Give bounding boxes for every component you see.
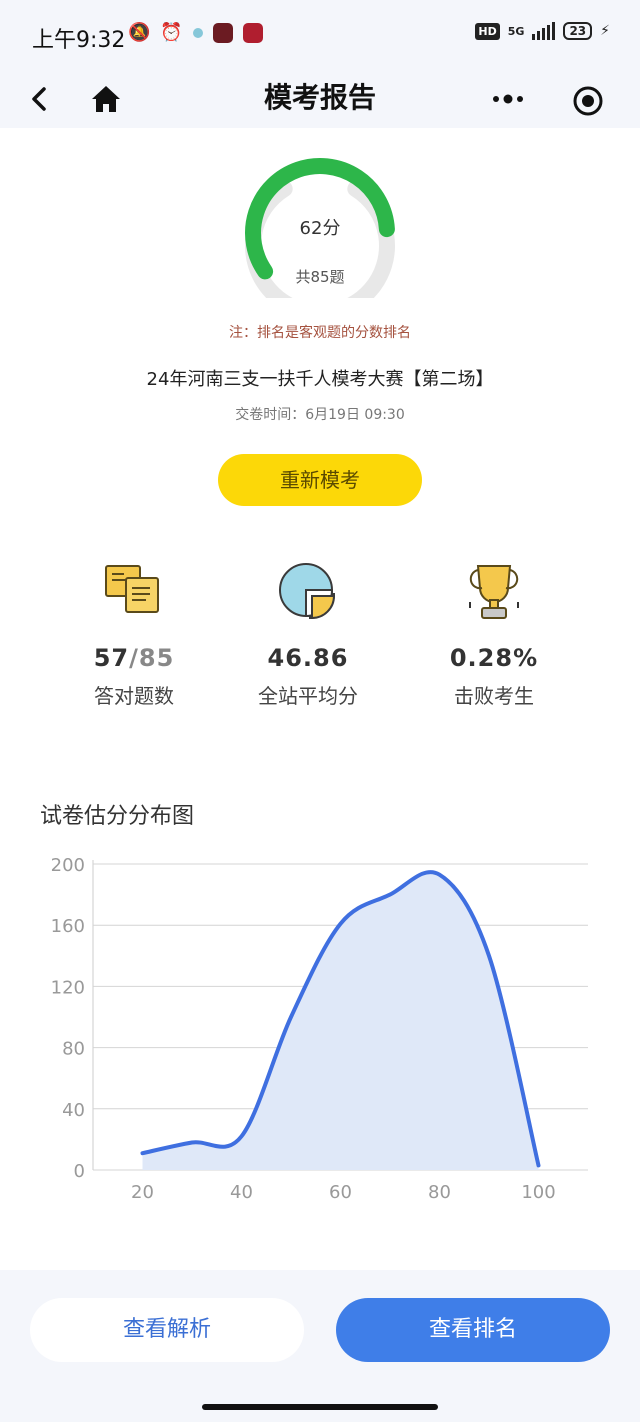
page-title: 模考报告 <box>263 81 376 114</box>
battery-level: 23 <box>563 22 593 40</box>
question-total: 共85题 <box>295 268 345 286</box>
series-area <box>142 872 539 1170</box>
beat-percent-value: 0.28% <box>449 644 539 672</box>
home-indicator <box>202 1404 438 1410</box>
data-point <box>439 874 440 876</box>
status-bar: 上午9:32 🔕 ⏰ HD 5G 23 ⚡ <box>0 0 640 70</box>
chart-title: 试卷估分分布图 <box>40 804 195 829</box>
hd-icon: HD <box>475 22 500 40</box>
data-point <box>340 923 341 925</box>
y-tick-label: 120 <box>51 977 85 998</box>
data-point <box>290 1016 292 1018</box>
data-point <box>142 1152 143 1154</box>
beat-percent-label: 击败考生 <box>454 684 534 708</box>
site-average-value: 46.86 <box>267 644 349 672</box>
stat-correct-count: 57/85 答对题数 <box>44 558 224 709</box>
y-tick-label: 80 <box>62 1039 85 1060</box>
submit-time: 交卷时间：6月19日 09:30 <box>235 407 405 423</box>
y-tick-label: 0 <box>74 1161 85 1182</box>
documents-icon <box>105 565 159 613</box>
data-point <box>538 1164 539 1166</box>
app-notification-icon <box>242 22 263 43</box>
notification-dot-icon <box>192 27 203 38</box>
close-mini-program-icon[interactable] <box>572 85 604 117</box>
y-tick-label: 160 <box>51 916 85 937</box>
trophy-icon <box>469 565 519 619</box>
pie-chart-icon <box>279 563 336 620</box>
signal-icon <box>532 22 556 40</box>
ranking-note: 注：排名是客观题的分数排名 <box>229 325 411 341</box>
view-analysis-button[interactable]: 查看解析 <box>30 1298 304 1362</box>
exam-name: 24年河南三支一扶千人模考大赛【第二场】 <box>146 369 494 390</box>
stat-beat-percent: 0.28% 击败考生 <box>404 558 584 709</box>
data-point <box>488 955 490 957</box>
stat-site-average: 46.86 全站平均分 <box>218 558 398 709</box>
score-value: 62分 <box>299 218 341 239</box>
status-time: 上午9:32 <box>32 28 126 53</box>
charging-icon: ⚡ <box>600 23 610 39</box>
view-ranking-button[interactable]: 查看排名 <box>336 1298 610 1362</box>
y-tick-label: 40 <box>62 1100 85 1121</box>
data-point <box>241 1135 242 1137</box>
score-distribution-chart: 0 40 80 120 160 200 20 40 60 80 100 <box>51 855 588 1203</box>
nav-bar: 模考报告 <box>0 70 640 128</box>
network-type: 5G <box>507 24 525 38</box>
x-tick-label: 100 <box>521 1182 555 1203</box>
alarm-icon: ⏰ <box>160 22 183 43</box>
more-icon[interactable] <box>490 86 526 112</box>
y-tick-label: 200 <box>51 855 85 876</box>
site-average-label: 全站平均分 <box>258 684 358 708</box>
x-tick-label: 20 <box>131 1182 154 1203</box>
data-point <box>389 894 391 896</box>
data-point <box>191 1141 193 1143</box>
retake-exam-button[interactable]: 重新模考 <box>218 454 422 506</box>
x-tick-label: 40 <box>230 1182 253 1203</box>
correct-count-label: 答对题数 <box>94 684 174 708</box>
mute-icon: 🔕 <box>128 22 151 43</box>
correct-count-value: 57/85 <box>93 644 175 672</box>
app-notification-icon <box>212 22 233 43</box>
x-tick-label: 80 <box>428 1182 451 1203</box>
x-tick-label: 60 <box>329 1182 352 1203</box>
